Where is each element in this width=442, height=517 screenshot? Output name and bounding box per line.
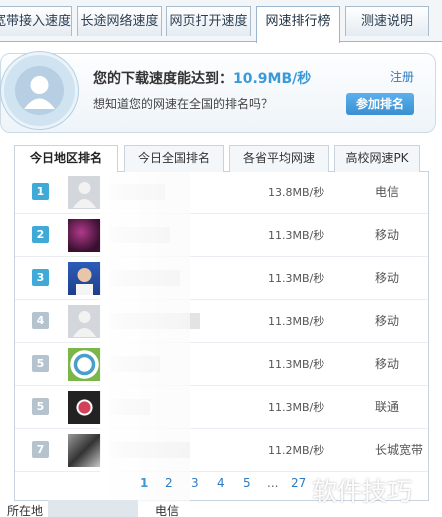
page-27[interactable]: 27 [291,476,306,490]
row-speed: 11.3MB/秒 [268,315,325,328]
page-4[interactable]: 4 [217,476,225,490]
user-photo-avatar [68,434,101,467]
row-isp: 移动 [375,357,400,371]
page-1[interactable]: 1 [140,476,148,490]
row-isp: 移动 [375,314,400,328]
tab-long-distance-speed[interactable]: 长途网络速度 [77,6,162,36]
tab-webpage-speed[interactable]: 网页打开速度 [166,6,251,36]
page-3[interactable]: 3 [191,476,199,490]
rank-badge: 3 [32,269,49,286]
join-ranking-button[interactable]: 参加排名 [346,93,414,115]
row-isp: 联通 [375,400,400,414]
ranking-row[interactable]: 1 13.8MB/秒 电信 [15,171,428,214]
tab-speed-help[interactable]: 测速说明 [345,6,429,36]
blurred-location [48,500,138,517]
privacy-mosaic [100,172,190,502]
default-avatar-icon [68,176,101,209]
tab-today-national-rank[interactable]: 今日全国排名 [124,145,224,172]
speed-value: 10.9MB/秒 [233,71,312,87]
default-avatar-icon [68,305,101,338]
user-photo-avatar [68,262,101,295]
ranking-row[interactable]: 7 11.2MB/秒 长城宽带 [15,429,428,472]
row-speed: 13.8MB/秒 [268,186,325,199]
rank-badge: 5 [32,398,49,415]
speed-prefix: 您的下载速度能达到： [93,71,233,87]
page-ellipsis: ... [267,476,279,490]
page-5[interactable]: 5 [243,476,251,490]
user-silhouette-icon [15,66,64,115]
ranking-row[interactable]: 3 11.3MB/秒 移动 [15,257,428,300]
page-2[interactable]: 2 [165,476,173,490]
tab-speed-ranking[interactable]: 网速排行榜 [256,6,340,43]
user-avatar [1,52,78,129]
ranking-row[interactable]: 2 11.3MB/秒 移动 [15,214,428,257]
row-speed: 11.3MB/秒 [268,272,325,285]
ranking-row[interactable]: 4 11.3MB/秒 移动 [15,300,428,343]
rank-badge: 2 [32,226,49,243]
watermark: 软件技巧 [312,477,413,506]
tab-broadband-speed[interactable]: 宽带接入速度 [0,6,72,36]
ranking-question: 想知道您的网速在全国的排名吗？ [93,97,274,111]
tab-university-pk[interactable]: 高校网速PK [334,145,420,172]
row-speed: 11.3MB/秒 [268,229,325,242]
ranking-row[interactable]: 5 11.3MB/秒 联通 [15,386,428,429]
row-speed: 11.3MB/秒 [268,401,325,414]
row-isp: 移动 [375,271,400,285]
row-speed: 11.3MB/秒 [268,358,325,371]
row-isp: 电信 [375,185,400,199]
ranking-row[interactable]: 5 11.3MB/秒 移动 [15,343,428,386]
register-link[interactable]: 注册 [390,68,414,85]
user-photo-avatar [68,219,101,252]
location-label: 所在地 [7,504,44,517]
tab-province-avg-speed[interactable]: 各省平均网速 [229,145,329,172]
user-photo-avatar [68,391,101,424]
download-speed-text: 您的下载速度能达到：10.9MB/秒 [93,68,311,88]
tab-today-region-rank[interactable]: 今日地区排名 [14,145,118,173]
rank-badge: 5 [32,355,49,372]
rank-badge: 7 [32,441,49,458]
user-photo-avatar [68,348,101,381]
footer-isp: 电信 [155,504,180,517]
row-isp: 移动 [375,228,400,242]
rank-badge: 1 [32,183,49,200]
row-isp: 长城宽带 [375,443,424,457]
row-speed: 11.2MB/秒 [268,444,325,457]
rank-badge: 4 [32,312,49,329]
